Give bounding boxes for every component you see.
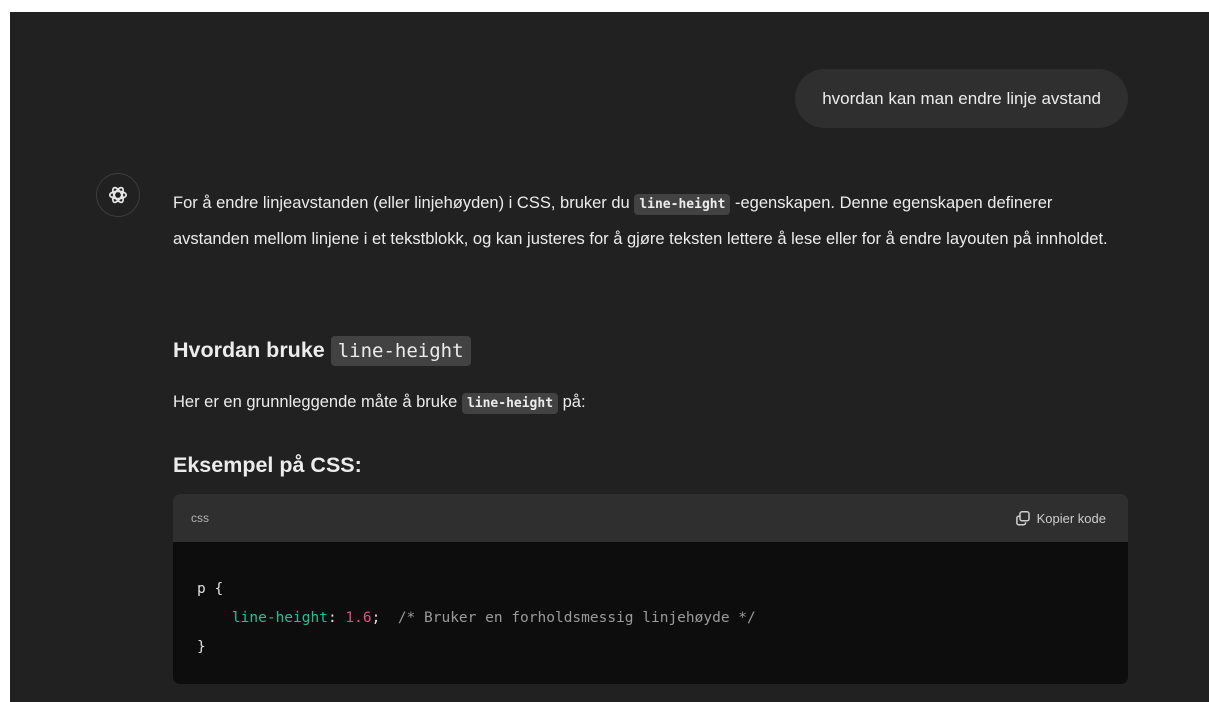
copy-code-label: Kopier kode [1036,510,1106,526]
copy-icon [1015,511,1030,526]
inline-code: line-height [461,393,559,414]
chat-window: hvordan kan man endre linje avstand For … [10,12,1209,702]
user-message-bubble: hvordan kan man endre linje avstand [795,69,1128,128]
user-message-text: hvordan kan man endre linje avstand [822,88,1101,108]
code-value: 1.6 [345,610,372,626]
code-open-brace: { [205,581,224,597]
code-semicolon: ; [371,610,381,626]
usage-paragraph: Her er en grunnleggende måte å bruke lin… [173,385,586,421]
code-property: line-height [231,610,328,626]
heading-inline-code: line-height [330,336,471,366]
assistant-avatar [96,173,140,217]
code-selector: p [197,581,206,597]
assistant-message: For å endre linjeavstanden (eller linjeh… [173,186,1128,684]
copy-code-button[interactable]: Kopier kode [1015,510,1106,526]
code-block-header: css Kopier kode [173,494,1128,542]
code-content: p { line-height: 1.6; /* Bruker en forho… [173,542,1128,662]
code-colon: : [327,610,346,626]
code-block: css Kopier kode p { line-height: 1.6; /*… [173,494,1128,684]
code-comment: /* Bruker en forholdsmessig linjehøyde *… [397,610,756,626]
code-close-brace: } [197,639,206,655]
code-language-label: css [191,511,209,525]
openai-logo-icon [108,186,128,204]
section-heading-how: Hvordan bruke line-height [173,332,471,369]
inline-code: line-height [634,194,731,215]
section-heading-example: Eksempel på CSS: [173,453,362,477]
intro-paragraph: For å endre linjeavstanden (eller linjeh… [173,194,1108,248]
